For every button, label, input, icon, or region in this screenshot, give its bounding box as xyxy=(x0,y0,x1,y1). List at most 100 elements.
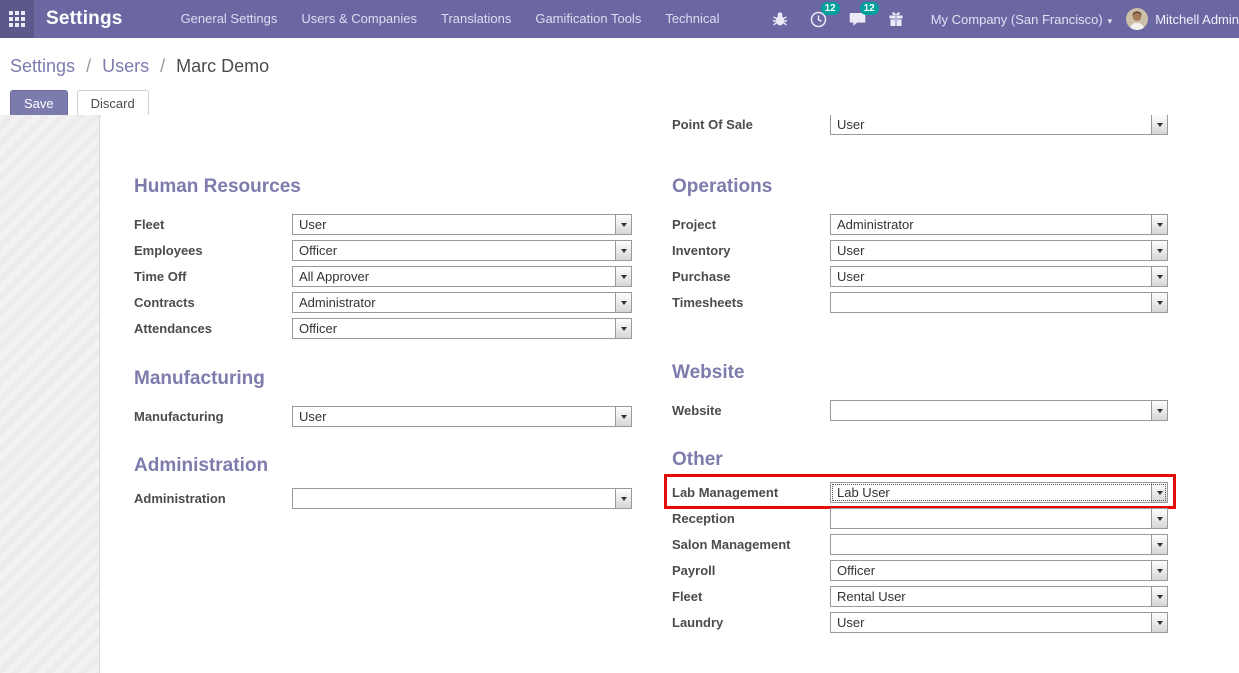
field-row-payroll: Payroll Officer xyxy=(672,557,1168,583)
field-label-salon-management: Salon Management xyxy=(672,537,830,552)
select-inventory[interactable]: User xyxy=(830,240,1168,261)
user-menu[interactable]: Mitchell Admin xyxy=(1155,12,1239,27)
chevron-down-icon xyxy=(615,489,631,508)
select-value: Lab User xyxy=(837,485,1151,500)
section-title-website: Website xyxy=(672,361,1168,384)
menu-translations[interactable]: Translations xyxy=(429,0,523,38)
field-row-project: Project Administrator xyxy=(672,211,1168,237)
field-row-timesheets: Timesheets xyxy=(672,289,1168,315)
breadcrumb-users[interactable]: Users xyxy=(102,56,149,76)
field-row-time-off: Time Off All Approver xyxy=(134,263,632,289)
select-point-of-sale[interactable]: User xyxy=(830,115,1168,135)
field-label-timesheets: Timesheets xyxy=(672,295,830,310)
section-title-administration: Administration xyxy=(134,454,632,477)
select-value: Officer xyxy=(299,321,615,336)
menu-users-companies[interactable]: Users & Companies xyxy=(289,0,429,38)
select-time-off[interactable]: All Approver xyxy=(292,266,632,287)
user-avatar[interactable] xyxy=(1126,8,1148,30)
select-reception[interactable] xyxy=(830,508,1168,529)
select-laundry[interactable]: User xyxy=(830,612,1168,633)
select-value: Administrator xyxy=(837,217,1151,232)
field-label-point-of-sale: Point Of Sale xyxy=(672,117,830,132)
form-content: Human Resources Fleet User Employees Off… xyxy=(0,115,1239,673)
select-value: User xyxy=(299,217,615,232)
field-label-inventory: Inventory xyxy=(672,243,830,258)
select-fleet-other[interactable]: Rental User xyxy=(830,586,1168,607)
menu-general-settings[interactable]: General Settings xyxy=(169,0,290,38)
select-value: Administrator xyxy=(299,295,615,310)
breadcrumb-settings[interactable]: Settings xyxy=(10,56,75,76)
chevron-down-icon xyxy=(1151,535,1167,554)
debug-bug-icon[interactable] xyxy=(772,11,788,27)
select-purchase[interactable]: User xyxy=(830,266,1168,287)
select-value: User xyxy=(837,269,1151,284)
select-attendances[interactable]: Officer xyxy=(292,318,632,339)
save-button[interactable]: Save xyxy=(10,90,68,117)
select-website[interactable] xyxy=(830,400,1168,421)
select-fleet[interactable]: User xyxy=(292,214,632,235)
select-payroll[interactable]: Officer xyxy=(830,560,1168,581)
field-label-fleet: Fleet xyxy=(134,217,292,232)
field-row-laundry: Laundry User xyxy=(672,609,1168,635)
chevron-down-icon xyxy=(1151,115,1167,134)
chevron-down-icon xyxy=(615,293,631,312)
select-salon-management[interactable] xyxy=(830,534,1168,555)
apps-grid-icon xyxy=(9,11,25,27)
select-value: Rental User xyxy=(837,589,1151,604)
field-label-manufacturing: Manufacturing xyxy=(134,409,292,424)
field-row-contracts: Contracts Administrator xyxy=(134,289,632,315)
chevron-down-icon xyxy=(1151,483,1167,502)
select-contracts[interactable]: Administrator xyxy=(292,292,632,313)
field-label-employees: Employees xyxy=(134,243,292,258)
apps-menu-button[interactable] xyxy=(0,0,34,38)
field-label-fleet-other: Fleet xyxy=(672,589,830,604)
field-row-attendances: Attendances Officer xyxy=(134,315,632,341)
select-value: User xyxy=(837,243,1151,258)
activities-clock-icon[interactable]: 12 xyxy=(810,11,827,28)
chevron-down-icon xyxy=(1151,561,1167,580)
select-manufacturing[interactable]: User xyxy=(292,406,632,427)
sheet-left-margin xyxy=(0,115,100,673)
discard-button[interactable]: Discard xyxy=(77,90,149,117)
form-sheet: Human Resources Fleet User Employees Off… xyxy=(101,115,1239,673)
field-row-purchase: Purchase User xyxy=(672,263,1168,289)
field-label-laundry: Laundry xyxy=(672,615,830,630)
menu-technical[interactable]: Technical xyxy=(653,0,731,38)
field-row-administration: Administration xyxy=(134,485,632,511)
select-lab-management[interactable]: Lab User xyxy=(830,482,1168,503)
activities-badge: 12 xyxy=(821,2,840,15)
menu-gamification-tools[interactable]: Gamification Tools xyxy=(523,0,653,38)
field-label-reception: Reception xyxy=(672,511,830,526)
chevron-down-icon xyxy=(1151,401,1167,420)
select-administration[interactable] xyxy=(292,488,632,509)
select-value: User xyxy=(837,615,1151,630)
section-title-human-resources: Human Resources xyxy=(134,175,632,198)
breadcrumb-current: Marc Demo xyxy=(176,56,269,76)
field-row-manufacturing: Manufacturing User xyxy=(134,403,632,429)
select-value: User xyxy=(299,409,615,424)
messages-chat-icon[interactable]: 12 xyxy=(849,11,866,27)
select-project[interactable]: Administrator xyxy=(830,214,1168,235)
chevron-down-icon xyxy=(1151,613,1167,632)
select-timesheets[interactable] xyxy=(830,292,1168,313)
chevron-down-icon xyxy=(1151,267,1167,286)
field-label-contracts: Contracts xyxy=(134,295,292,310)
field-row-salon-management: Salon Management xyxy=(672,531,1168,557)
chevron-down-icon xyxy=(615,215,631,234)
breadcrumb-separator: / xyxy=(86,56,91,76)
gift-icon[interactable] xyxy=(888,11,904,27)
clipped-row-point-of-sale: Point Of Sale User xyxy=(672,115,1168,135)
field-row-inventory: Inventory User xyxy=(672,237,1168,263)
app-title: Settings xyxy=(46,8,123,30)
select-employees[interactable]: Officer xyxy=(292,240,632,261)
field-label-time-off: Time Off xyxy=(134,269,292,284)
field-label-attendances: Attendances xyxy=(134,321,292,336)
field-row-employees: Employees Officer xyxy=(134,237,632,263)
field-row-fleet-other: Fleet Rental User xyxy=(672,583,1168,609)
field-label-purchase: Purchase xyxy=(672,269,830,284)
company-switcher[interactable]: My Company (San Francisco)▾ xyxy=(931,12,1112,27)
form-column-right: Point Of Sale User Operations Project Ad… xyxy=(672,115,1168,635)
field-row-website: Website xyxy=(672,397,1168,423)
chevron-down-icon xyxy=(615,241,631,260)
field-label-project: Project xyxy=(672,217,830,232)
